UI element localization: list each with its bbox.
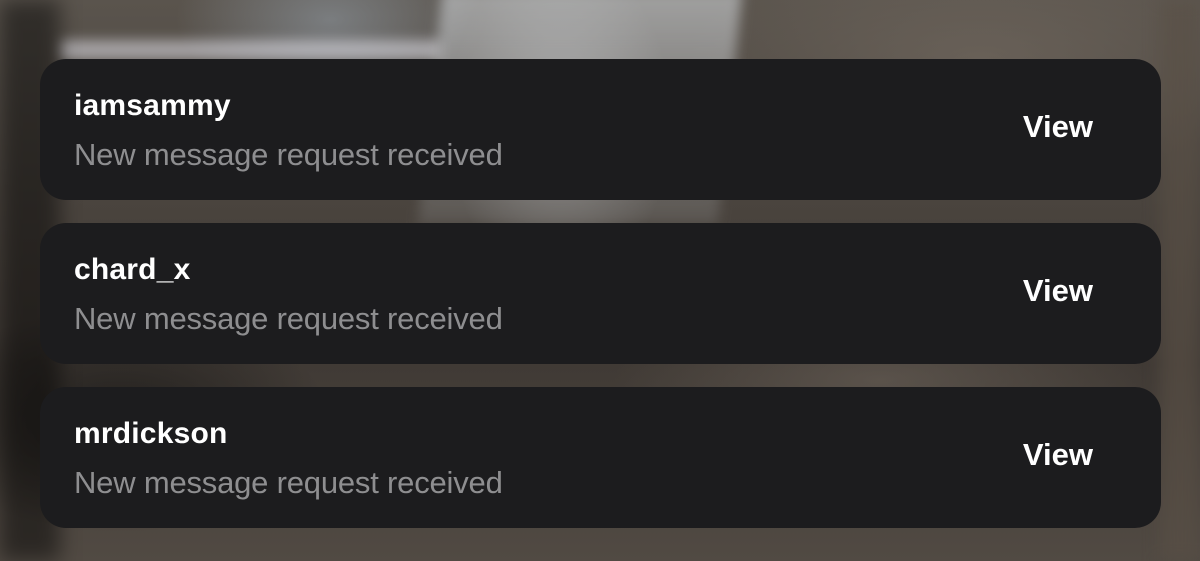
view-button[interactable]: View (1023, 273, 1093, 309)
notification-username: mrdickson (74, 417, 228, 450)
notification-message: New message request received (74, 137, 503, 172)
message-request-notification[interactable]: mrdickson New message request received V… (40, 387, 1161, 528)
message-request-notification[interactable]: iamsammy New message request received Vi… (40, 59, 1161, 200)
background-light-streak (60, 40, 440, 60)
message-request-notification[interactable]: chard_x New message request received Vie… (40, 223, 1161, 364)
notification-message: New message request received (74, 465, 503, 500)
message-request-notification-list: iamsammy New message request received Vi… (40, 59, 1161, 528)
view-button[interactable]: View (1023, 109, 1093, 145)
notification-username: iamsammy (74, 89, 231, 122)
notification-username: chard_x (74, 253, 191, 286)
view-button[interactable]: View (1023, 437, 1093, 473)
notification-message: New message request received (74, 301, 503, 336)
background-shadow (1160, 0, 1200, 561)
